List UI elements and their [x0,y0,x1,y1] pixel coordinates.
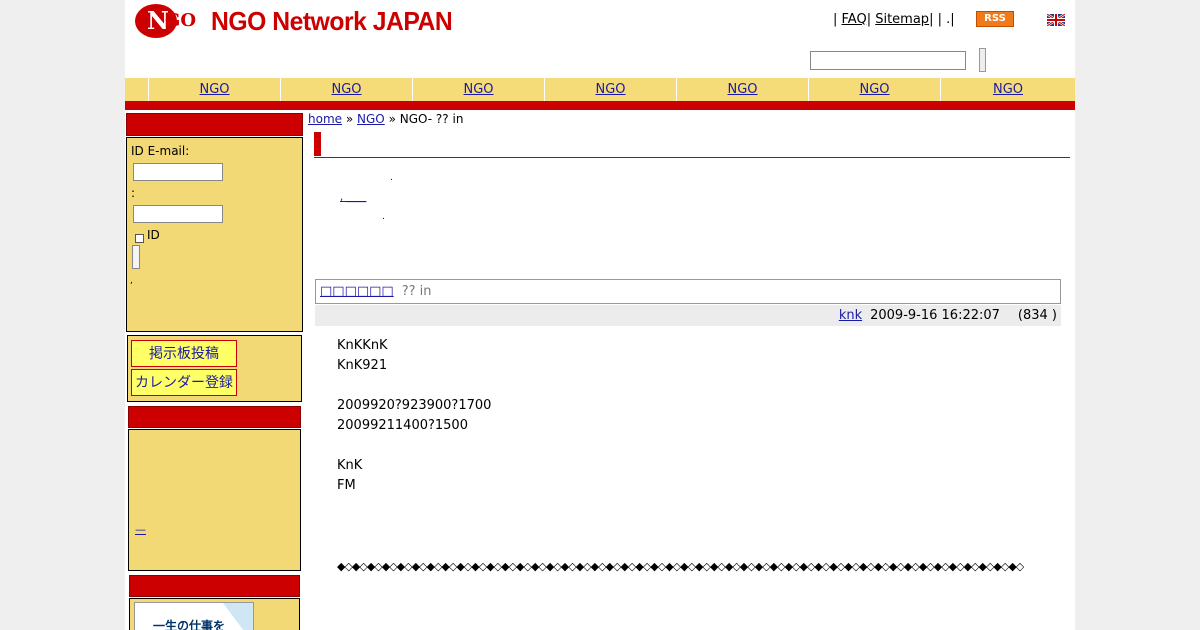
nav-lead-cell [125,78,149,101]
breadcrumb: home » NGO » NGO- ?? in [308,112,463,126]
nav-item[interactable]: NGO [149,78,281,101]
forum-link[interactable]: □□□□□□ [320,284,394,299]
post-buttons-panel: 掲示板投稿 カレンダー登録 [127,335,302,402]
remember-checkbox[interactable] [135,234,144,243]
post-line: KnK [337,458,363,473]
page: N GO NGO Network JAPAN | FAQ| Sitemap| |… [125,0,1075,630]
nav-link[interactable]: NGO [727,82,757,97]
search-button[interactable] [979,48,986,72]
post-datetime: 2009-9-16 16:22:07 [870,308,1000,323]
ad-panel: 一生の仕事を [129,598,300,630]
login-button[interactable] [132,245,140,269]
nav-item[interactable]: NGO [281,78,413,101]
main-nav: NGO NGO NGO NGO NGO NGO NGO [125,78,1075,101]
author-link[interactable]: knk [839,308,862,323]
breadcrumb-sep: » [342,112,358,126]
topic-title: ?? in [401,284,432,299]
top-links-sep: | [866,12,876,27]
sidebar-links-panel: — [128,429,301,571]
nav-item[interactable]: NGO [677,78,809,101]
nav-link[interactable]: NGO [595,82,625,97]
site-title: NGO Network JAPAN [211,5,453,36]
nav-link[interactable]: NGO [993,82,1023,97]
faq-link[interactable]: FAQ [842,12,867,27]
nav-link[interactable]: NGO [463,82,493,97]
top-links-sep: | | .| [929,12,955,27]
nav-link[interactable]: NGO [859,82,889,97]
nav-item[interactable]: NGO [809,78,941,101]
sidebar-section-header [128,406,301,428]
logo-go: GO [165,10,197,31]
view-count: (834 ) [1017,308,1057,323]
post-line [337,376,491,396]
intro-dot: . [390,173,393,183]
uk-flag-icon[interactable] [1047,14,1065,26]
nav-item[interactable]: NGO [413,78,545,101]
nav-link[interactable]: NGO [331,82,361,97]
rss-icon[interactable]: RSS [976,11,1014,27]
forum-title-bar: □□□□□□ ?? in [315,279,1061,304]
top-links: | FAQ| Sitemap| | .| [833,12,955,27]
post-line: KnKKnK [337,338,388,353]
ad-decoration [223,603,253,630]
post-line: KnK921 [337,358,388,373]
section-heading-marker [314,132,321,156]
nav-item[interactable]: NGO [545,78,677,101]
breadcrumb-ngo[interactable]: NGO [357,112,385,126]
breadcrumb-home[interactable]: home [308,112,342,126]
intro-link[interactable]: , ____ [340,192,366,203]
login-panel: ID E-mail: : ID , [126,137,303,332]
diamond-divider: ◆◇◆◇◆◇◆◇◆◇◆◇◆◇◆◇◆◇◆◇◆◇◆◇◆◇◆◇◆◇◆◇◆◇◆◇◆◇◆◇… [337,560,1024,573]
ad-section-header [129,575,300,597]
login-footnote: , [130,276,133,286]
post-line: 2009920?923900?1700 [337,398,492,413]
post-meta-bar: knk 2009-9-16 16:22:07 (834 ) [315,305,1061,326]
section-heading [314,132,1070,158]
site-logo[interactable]: N GO NGO Network JAPAN [135,4,465,38]
login-header [126,113,303,136]
post-line [337,436,491,456]
password-field[interactable] [133,205,223,223]
sidebar-link[interactable]: — [135,523,146,536]
breadcrumb-current: NGO- ?? in [399,112,464,126]
top-links-sep: | [833,12,842,27]
intro-dot: . [382,212,385,222]
breadcrumb-sep: » [384,112,400,126]
header-divider [125,101,1075,110]
remember-label: ID [147,228,160,242]
post-line: 20099211400?1500 [337,418,468,433]
logo-mark-icon: N GO [135,4,205,38]
id-email-label: ID E-mail: [131,144,190,158]
post-line: FM [337,478,356,493]
email-field[interactable] [133,163,223,181]
ad-text: 一生の仕事を [153,619,226,630]
nav-link[interactable]: NGO [199,82,229,97]
ad-banner[interactable]: 一生の仕事を [134,602,254,630]
calendar-register-button[interactable]: カレンダー登録 [131,369,237,396]
password-label: : [131,186,136,200]
nav-item[interactable]: NGO [941,78,1075,101]
post-body: KnKKnK KnK921 2009920?923900?1700 200992… [337,336,491,496]
board-post-button[interactable]: 掲示板投稿 [131,340,237,367]
search-input[interactable] [810,51,966,70]
sitemap-link[interactable]: Sitemap [875,12,929,27]
